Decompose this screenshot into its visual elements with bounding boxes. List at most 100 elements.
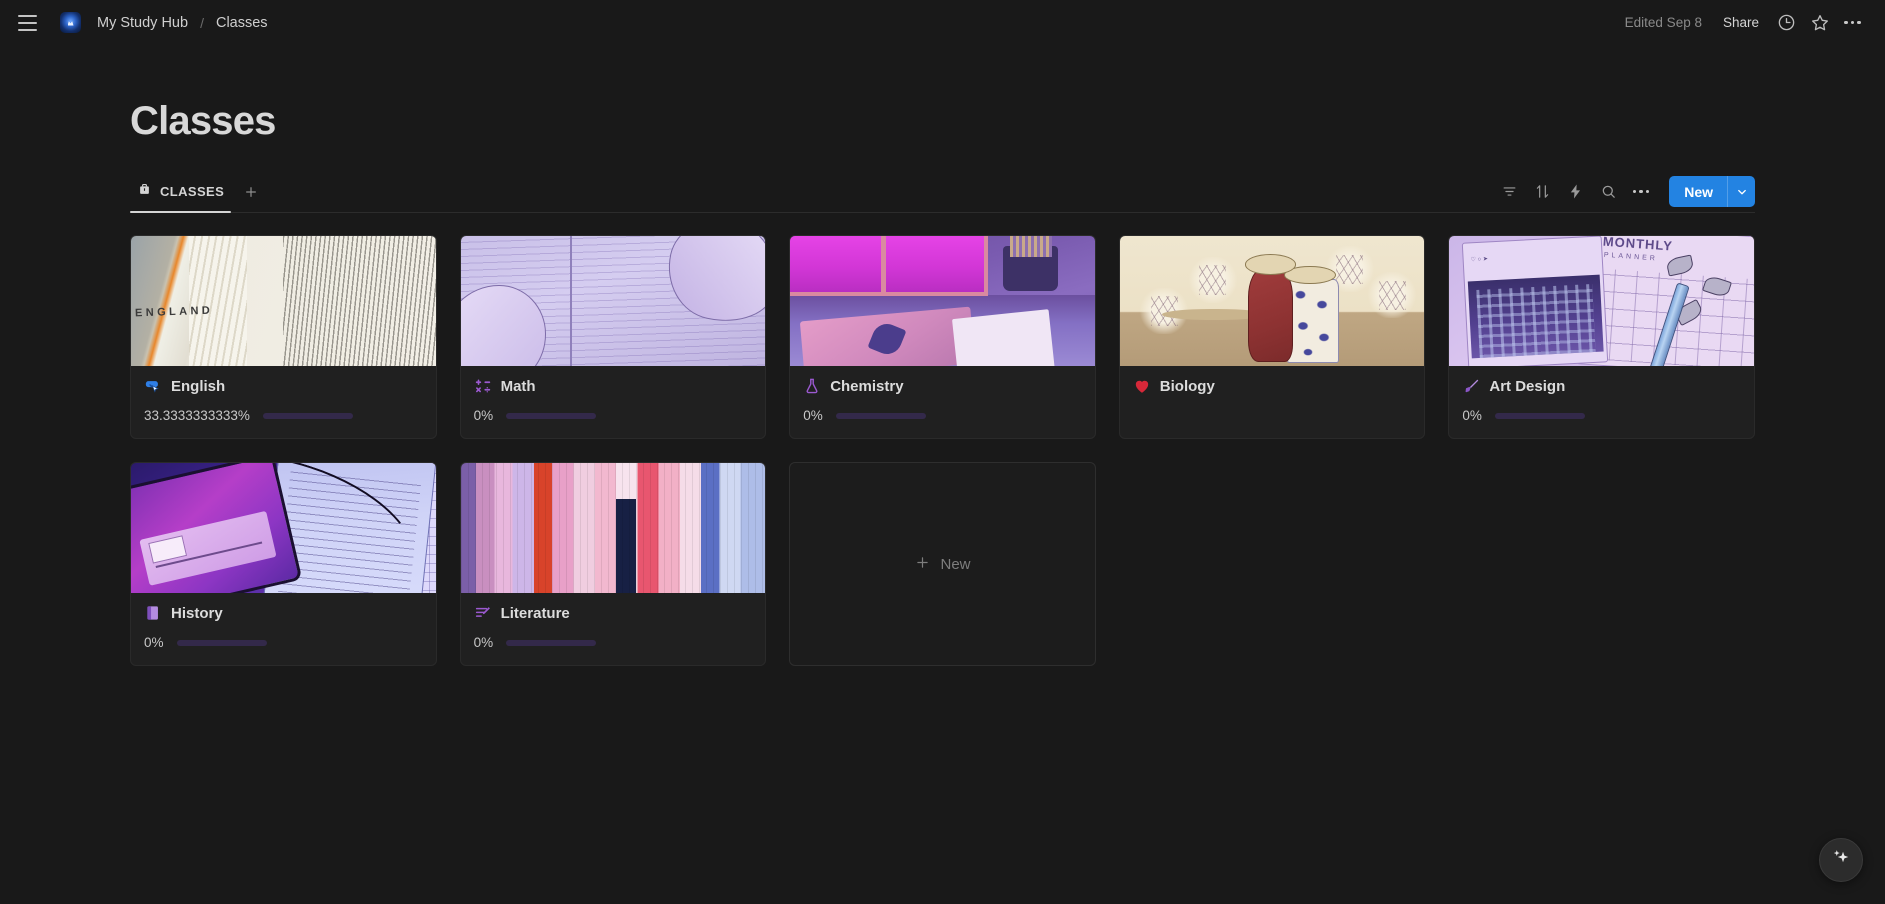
card-title-row: Literature [474, 604, 753, 622]
card-body: History 0% [131, 593, 436, 665]
card-body: Chemistry 0% [790, 366, 1095, 438]
page-inner: Classes CLASSES New ENGLAND English 33.3… [0, 97, 1885, 666]
card-progress: 0% [474, 635, 753, 650]
new-button-group: New [1669, 176, 1755, 207]
lightning-automation-icon[interactable] [1560, 177, 1590, 207]
ai-assistant-button[interactable] [1819, 838, 1863, 882]
card-cover-image [460, 236, 766, 366]
search-icon[interactable] [1593, 177, 1623, 207]
card-title-row: Chemistry [803, 377, 1082, 395]
view-tab-classes[interactable]: CLASSES [130, 176, 232, 213]
math-symbols-icon [474, 377, 492, 395]
gallery-card-history[interactable]: History 0% [130, 462, 437, 666]
paintbrush-icon [1462, 377, 1480, 395]
add-view-button[interactable] [237, 178, 265, 206]
plus-icon [914, 554, 931, 575]
card-cover-image [1119, 236, 1425, 366]
gallery-card-art-design[interactable]: MONTHLY PLANNER ♡ ○ ➤ Art Design 0% [1448, 235, 1755, 439]
filter-icon[interactable] [1494, 177, 1524, 207]
top-bar-actions: Edited Sep 8 Share [1617, 8, 1867, 37]
heart-icon [1133, 377, 1151, 395]
card-body: Literature 0% [461, 593, 766, 665]
gallery-card-biology[interactable]: Biology [1118, 235, 1426, 439]
gallery-card-chemistry[interactable]: Chemistry 0% [789, 235, 1096, 439]
card-progress: 0% [144, 635, 423, 650]
flask-icon [803, 377, 821, 395]
cover-detail [460, 285, 546, 366]
card-title-row: Biology [1133, 377, 1412, 395]
clock-history-icon[interactable] [1772, 8, 1801, 37]
card-title: Biology [1159, 377, 1215, 395]
card-title: History [171, 604, 223, 622]
share-button[interactable]: Share [1714, 10, 1768, 35]
gallery-card-literature[interactable]: Literature 0% [459, 462, 767, 666]
card-progress: 0% [1462, 408, 1741, 423]
cover-detail [1287, 278, 1340, 364]
dots-glyph [1632, 189, 1650, 194]
progress-track [262, 412, 353, 419]
edited-timestamp[interactable]: Edited Sep 8 [1617, 11, 1710, 34]
hamburger-line [17, 21, 37, 24]
progress-value: 0% [144, 635, 164, 650]
card-title: Art Design [1489, 377, 1566, 395]
new-card-button[interactable]: New [789, 462, 1096, 666]
page-content: Classes CLASSES New ENGLAND English 33.3… [0, 97, 1885, 666]
view-tabs: CLASSES [130, 171, 265, 213]
cover-detail [188, 236, 247, 366]
cover-detail [283, 236, 436, 366]
breadcrumb-parent-link[interactable]: My Study Hub [91, 12, 194, 34]
card-progress: 33.3333333333% [144, 408, 423, 423]
new-button[interactable]: New [1669, 176, 1727, 207]
cover-detail [1186, 256, 1239, 303]
card-body: Math 0% [461, 366, 766, 438]
gallery-card-math[interactable]: Math 0% [459, 235, 767, 439]
cover-detail [615, 499, 636, 593]
card-title-row: English [144, 377, 423, 395]
star-icon[interactable] [1805, 8, 1834, 37]
mouse-pointer-icon [144, 377, 162, 395]
dot [1645, 189, 1650, 194]
card-progress: 0% [474, 408, 753, 423]
cover-detail [790, 236, 989, 296]
card-cover-image: MONTHLY PLANNER ♡ ○ ➤ [1449, 236, 1754, 366]
briefcase-icon [137, 182, 152, 202]
breadcrumb: My Study Hub / Classes [60, 12, 274, 34]
chevron-down-icon[interactable] [1727, 176, 1755, 207]
card-cover-image: ENGLAND [131, 236, 436, 366]
cover-detail: PLANNER [1604, 251, 1659, 263]
hamburger-menu-icon[interactable] [10, 6, 44, 40]
card-title: English [171, 377, 226, 395]
sort-icon[interactable] [1527, 177, 1557, 207]
card-cover-image [460, 463, 766, 593]
progress-track [506, 639, 597, 646]
dot [1639, 189, 1643, 194]
cover-detail [1247, 268, 1294, 363]
toolbar-actions: New [1494, 176, 1755, 207]
card-title-row: History [144, 604, 423, 622]
cover-detail [1366, 272, 1419, 319]
cover-detail [570, 236, 573, 366]
more-options-icon[interactable] [1626, 177, 1656, 207]
card-title-row: Math [474, 377, 753, 395]
card-title: Chemistry [830, 377, 904, 395]
gallery-card-english[interactable]: ENGLAND English 33.3333333333% [130, 235, 437, 439]
breadcrumb-current-link[interactable]: Classes [210, 12, 274, 34]
dot [1844, 20, 1848, 25]
memo-pencil-icon [474, 604, 492, 622]
cover-detail [951, 309, 1056, 366]
hamburger-line [17, 14, 37, 17]
progress-value: 0% [473, 408, 494, 423]
card-cover-image [790, 236, 1095, 366]
dot [1857, 20, 1861, 25]
dot [1632, 189, 1637, 194]
card-cover-image [131, 463, 436, 593]
cover-detail: ♡ ○ ➤ [1461, 236, 1608, 366]
progress-track [835, 412, 926, 419]
closed-book-icon [144, 604, 162, 622]
cover-detail [1467, 273, 1604, 359]
more-options-icon[interactable] [1838, 8, 1867, 37]
card-title-row: Art Design [1462, 377, 1741, 395]
progress-track [1494, 412, 1585, 419]
progress-value: 33.3333333333% [144, 408, 250, 423]
page-title: Classes [130, 99, 276, 143]
